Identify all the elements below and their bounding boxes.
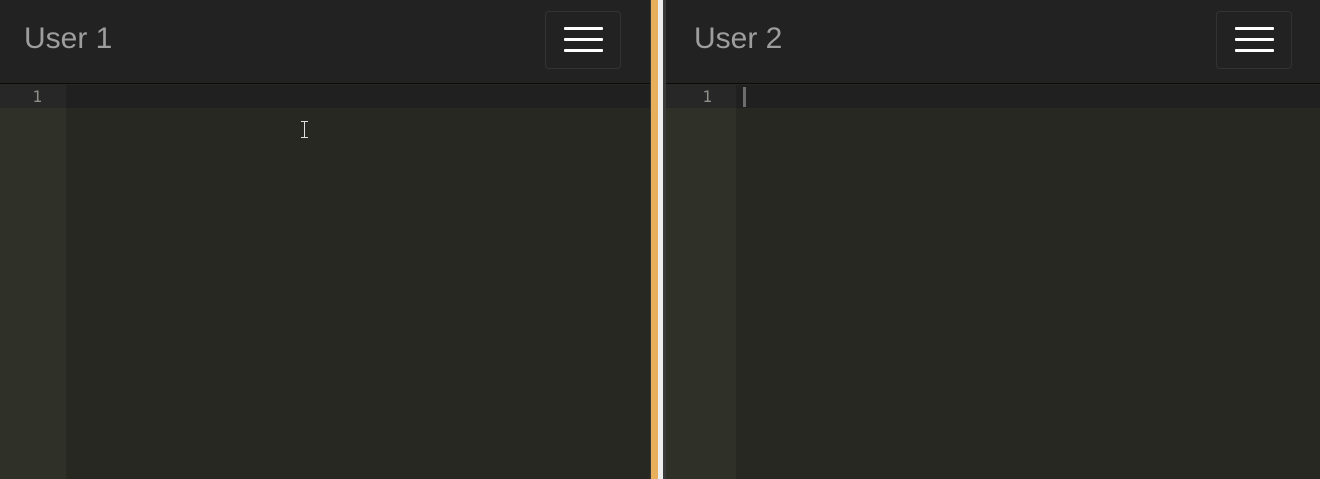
navbar: User 1	[0, 0, 650, 84]
editor-text-area[interactable]	[66, 85, 650, 479]
editor-gutter: 1	[0, 85, 66, 479]
menu-toggle-button[interactable]	[545, 11, 621, 69]
hamburger-icon-bar	[564, 49, 603, 52]
pane-title[interactable]: User 1	[24, 20, 112, 58]
split-divider-track	[658, 0, 663, 479]
gutter-active-line	[666, 85, 736, 108]
i-beam-cursor-icon	[300, 121, 309, 138]
active-line-highlight	[736, 85, 1320, 108]
hamburger-icon	[1235, 27, 1274, 30]
split-divider[interactable]	[650, 0, 666, 479]
editor-gutter: 1	[666, 85, 736, 479]
active-line-highlight	[66, 85, 650, 108]
hamburger-icon-bar	[564, 38, 603, 41]
editor-text-area[interactable]	[736, 85, 1320, 479]
editor-pane-user-2: User 2 1	[666, 0, 1320, 479]
hamburger-icon-bar	[1235, 38, 1274, 41]
menu-toggle-button[interactable]	[1216, 11, 1292, 69]
editor-pane-user-1: User 1 1	[0, 0, 650, 479]
navbar: User 2	[666, 0, 1320, 84]
hamburger-icon-bar	[1235, 49, 1274, 52]
text-caret	[743, 87, 746, 107]
line-number: 1	[702, 87, 712, 106]
line-number: 1	[32, 87, 42, 106]
pane-title[interactable]: User 2	[694, 20, 782, 58]
split-divider-handle[interactable]	[651, 0, 658, 479]
code-editor[interactable]: 1	[0, 85, 650, 479]
hamburger-icon	[564, 27, 603, 30]
code-editor[interactable]: 1	[666, 85, 1320, 479]
